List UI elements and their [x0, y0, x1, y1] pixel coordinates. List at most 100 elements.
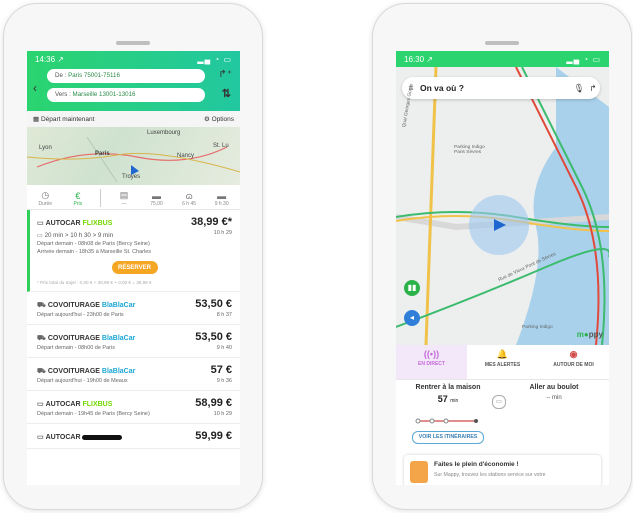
result-departure: Départ demain - 08h00 de Paris: [37, 345, 115, 351]
result-card[interactable]: ▭ AUTOCAR 59,99 €: [27, 424, 240, 449]
screen-left: 14:36 ↗ ▂▄ ◔ ▭ ‹ De : Paris 75001-75116 …: [27, 51, 240, 485]
mode-train[interactable]: ▤ —: [114, 190, 134, 207]
map-label: Paris: [95, 151, 110, 157]
home-title: Rentrer à la maison: [415, 384, 481, 391]
mic-icon[interactable]: 🎙: [572, 83, 586, 94]
result-title: ▭ AUTOCAR FLIXBUS: [37, 400, 112, 408]
depart-row: ▦ Départ maintenant ⚙ Options: [27, 111, 240, 127]
from-field[interactable]: De : Paris 75001-75116: [47, 69, 205, 83]
price-note: * Prix total du trajet : 0,00 € + 38,99 …: [37, 280, 152, 285]
promo-title: Faites le plein d'économie !: [434, 461, 519, 468]
tab-nearby[interactable]: ◉ AUTOUR DE MOI: [538, 345, 609, 379]
mappy-logo: m●ppy: [577, 330, 603, 339]
commute-panel: Rentrer à la maison 57 min ▭ Aller au bo…: [396, 380, 609, 444]
tab-label: EN DIRECT: [418, 361, 445, 367]
options-label: Options: [211, 116, 234, 123]
bus-icon: ▭: [37, 434, 44, 441]
back-icon[interactable]: ‹: [33, 81, 37, 95]
route-form: ‹ De : Paris 75001-75116 Vers : Marseill…: [33, 69, 234, 105]
clock-icon: ◷: [41, 190, 50, 200]
euro-icon: €: [75, 191, 81, 201]
mode-label: —: [121, 201, 127, 207]
result-card[interactable]: ⛟ COVOITURAGE BlaBlaCar 53,50 € Départ de…: [27, 325, 240, 358]
map-label: St. Lu: [213, 143, 229, 149]
map-label: Parking Indigo: [522, 325, 553, 330]
result-duration: 10 h 29: [213, 230, 232, 236]
to-field[interactable]: Vers : Marseille 13001-13016: [47, 88, 205, 102]
from-value: Paris 75001-75116: [68, 72, 120, 79]
reserve-button[interactable]: RÉSERVER: [111, 261, 158, 274]
tab-alerts[interactable]: 🔔 MES ALERTES: [467, 345, 538, 379]
locate-icon[interactable]: ◂: [404, 310, 420, 326]
mode-price[interactable]: € Prix: [68, 191, 88, 207]
screen-right: 16:30 ↗ ▂▄ ◔ ▭ ≡ On va où ? 🎙 ↱ Parking …: [396, 51, 609, 485]
result-title: ⛟ COVOITURAGE BlaBlaCar: [37, 367, 135, 376]
result-card[interactable]: ⛟ COVOITURAGE BlaBlaCar 57 € Départ aujou…: [27, 358, 240, 391]
phone-speaker: [485, 41, 519, 45]
map-label: Troyes: [122, 174, 141, 180]
carpool-icon: ⛟: [37, 335, 46, 342]
search-input[interactable]: On va où ?: [420, 83, 572, 93]
result-duration: 10 h 29: [213, 411, 232, 417]
work-title: Aller au boulot: [529, 384, 579, 391]
bottom-tabs: ((•)) EN DIRECT 🔔 MES ALERTES ◉ AUTOUR DE M…: [396, 345, 609, 380]
view-itineraries-button[interactable]: VOIR LES ITINÉRAIRES: [412, 431, 484, 444]
mode-duration[interactable]: ◷ Durée: [35, 190, 55, 207]
map-roads: [396, 67, 609, 345]
mappy-logo-ppy: ppy: [588, 330, 603, 339]
result-type: COVOITURAGE: [47, 368, 100, 375]
gear-icon: ⚙: [203, 116, 212, 123]
result-arrival: Arrivée demain - 18h35 à Marseille St. C…: [37, 249, 152, 255]
route-map[interactable]: Luxembourg Lyon Paris Nancy St. Lu Troye…: [27, 127, 240, 185]
map-label: Luxembourg: [147, 130, 181, 136]
calendar-icon: ▦: [33, 116, 41, 123]
walk-icon: ▭: [37, 232, 45, 239]
mode-car-other[interactable]: ▬ 9 h 30: [212, 191, 232, 207]
promo-card[interactable]: Faites le plein d'économie ! Sur Mappy, …: [404, 455, 601, 485]
traffic-toggle-icon[interactable]: ▮▮: [404, 280, 420, 296]
result-title: ⛟ COVOITURAGE BlaBlaCar: [37, 301, 135, 310]
directions-icon[interactable]: ↱: [586, 83, 600, 94]
phone-frame-left: 14:36 ↗ ▂▄ ◔ ▭ ‹ De : Paris 75001-75116 …: [3, 3, 263, 510]
promo-subtitle: Sur Mappy, trouvez les stations service …: [434, 472, 546, 478]
search-bar[interactable]: ≡ On va où ? 🎙 ↱: [402, 77, 600, 99]
add-stop-icon[interactable]: ↱⁺: [218, 69, 232, 80]
brand-label: BlaBlaCar: [101, 302, 136, 309]
status-time: 16:30 ↗: [404, 54, 433, 64]
map-label: Lyon: [39, 145, 52, 151]
mode-label: 75,00: [150, 201, 163, 207]
result-duration: 8 h 37: [216, 312, 232, 318]
mode-label: 9 h 30: [214, 201, 229, 207]
status-icons: ▂▄ ◔ ▭: [566, 54, 601, 64]
result-price: 57 €: [210, 364, 232, 376]
result-departure: Départ aujourd'hui - 19h00 de Meaux: [37, 378, 128, 384]
result-legs: ▭ 20 min > 10 h 30 > 9 min: [37, 232, 113, 239]
bike-icon: ɷ: [185, 191, 193, 201]
mode-label: Prix: [73, 201, 83, 207]
tab-live[interactable]: ((•)) EN DIRECT: [396, 345, 467, 379]
brand-label: FLIXBUS: [82, 220, 113, 227]
work-time: -- min: [546, 395, 562, 401]
home-commute[interactable]: Rentrer à la maison 57 min: [406, 384, 490, 404]
home-time-unit: min: [450, 398, 459, 404]
result-type: AUTOCAR: [45, 434, 81, 441]
options-button[interactable]: ⚙ Options: [204, 115, 234, 123]
result-card[interactable]: ▭ AUTOCAR FLIXBUS 58,99 € Départ demain -…: [27, 391, 240, 424]
depart-selector[interactable]: ▦ Départ maintenant: [33, 115, 94, 123]
mode-bike[interactable]: ɷ6 h 45: [179, 191, 199, 207]
result-title: ▭ AUTOCAR: [37, 433, 123, 441]
mode-car[interactable]: ▬ 75,00: [147, 191, 167, 207]
work-commute[interactable]: Aller au boulot -- min: [508, 384, 600, 401]
result-title: ▭ AUTOCAR FLIXBUS: [37, 219, 112, 227]
result-card[interactable]: ⛟ COVOITURAGE BlaBlaCar 53,50 € Départ au…: [27, 292, 240, 325]
status-bar: 16:30 ↗ ▂▄ ◔ ▭: [396, 51, 609, 67]
result-type: AUTOCAR: [45, 401, 81, 408]
bell-icon: 🔔: [496, 349, 509, 359]
result-type: AUTOCAR: [45, 220, 81, 227]
main-map[interactable]: ≡ On va où ? 🎙 ↱ Parking Indigo Paris Sè…: [396, 67, 609, 345]
swap-icon[interactable]: ⇅: [222, 87, 231, 100]
result-price: 38,99 €*: [191, 216, 232, 228]
home-time-value: 57: [437, 394, 448, 404]
fuel-station-icon: [410, 461, 428, 483]
result-card[interactable]: ▭ AUTOCAR FLIXBUS 38,99 €* ▭ 20 min > 10 …: [27, 210, 240, 292]
